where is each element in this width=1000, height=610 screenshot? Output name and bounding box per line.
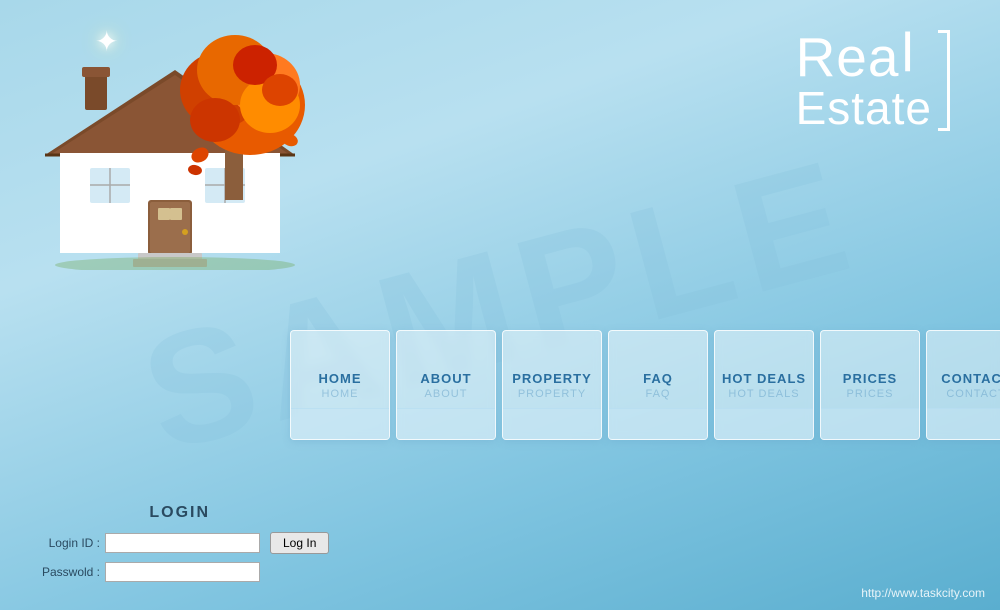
nav-property-button[interactable]: PROPERTY PROPERTY <box>502 330 602 440</box>
login-button[interactable]: Log In <box>270 532 329 554</box>
nav-about-label: ABOUT <box>420 371 471 386</box>
nav-contact-button[interactable]: CONTACT CONTACT <box>926 330 1000 440</box>
nav-property-shadow: PROPERTY <box>518 388 586 400</box>
nav-hotdeals-label: HOT DEALS <box>722 371 806 386</box>
nav-hotdeals-button[interactable]: HOT DEALS HOT DEALS <box>714 330 814 440</box>
nav-container: HOME HOME ABOUT ABOUT PROPERTY PROPERTY … <box>290 330 1000 440</box>
login-password-row: Passwold : <box>30 562 329 582</box>
nav-prices-shadow: PRICES <box>847 388 894 400</box>
house-illustration: ✦ <box>20 10 320 270</box>
nav-about-button[interactable]: ABOUT ABOUT <box>396 330 496 440</box>
logo-line1: Rea <box>796 30 900 85</box>
website-url: http://www.taskcity.com <box>861 586 985 600</box>
nav-home-label: HOME <box>319 371 362 386</box>
nav-about-shadow: ABOUT <box>425 388 468 400</box>
nav-property-label: PROPERTY <box>512 371 592 386</box>
login-id-input[interactable] <box>105 533 260 553</box>
nav-contact-shadow: CONTACT <box>946 388 1000 400</box>
logo-line2: Estate <box>796 82 932 134</box>
login-password-label: Passwold : <box>30 565 100 579</box>
nav-hotdeals-shadow: HOT DEALS <box>728 388 799 400</box>
sparkle-icon: ✦ <box>95 25 118 58</box>
login-id-label: Login ID : <box>30 536 100 550</box>
nav-home-shadow: HOME <box>322 388 359 400</box>
login-section: LOGIN Login ID : Log In Passwold : <box>30 504 329 590</box>
nav-prices-button[interactable]: PRICES PRICES <box>820 330 920 440</box>
login-id-row: Login ID : Log In <box>30 532 329 554</box>
nav-faq-button[interactable]: FAQ FAQ <box>608 330 708 440</box>
nav-contact-label: CONTACT <box>941 371 1000 386</box>
nav-faq-label: FAQ <box>643 371 673 386</box>
login-title: LOGIN <box>30 504 329 522</box>
logo: Rea l Estate <box>796 30 950 131</box>
nav-faq-shadow: FAQ <box>645 388 670 400</box>
login-password-input[interactable] <box>105 562 260 582</box>
nav-home-button[interactable]: HOME HOME <box>290 330 390 440</box>
nav-prices-label: PRICES <box>843 371 897 386</box>
